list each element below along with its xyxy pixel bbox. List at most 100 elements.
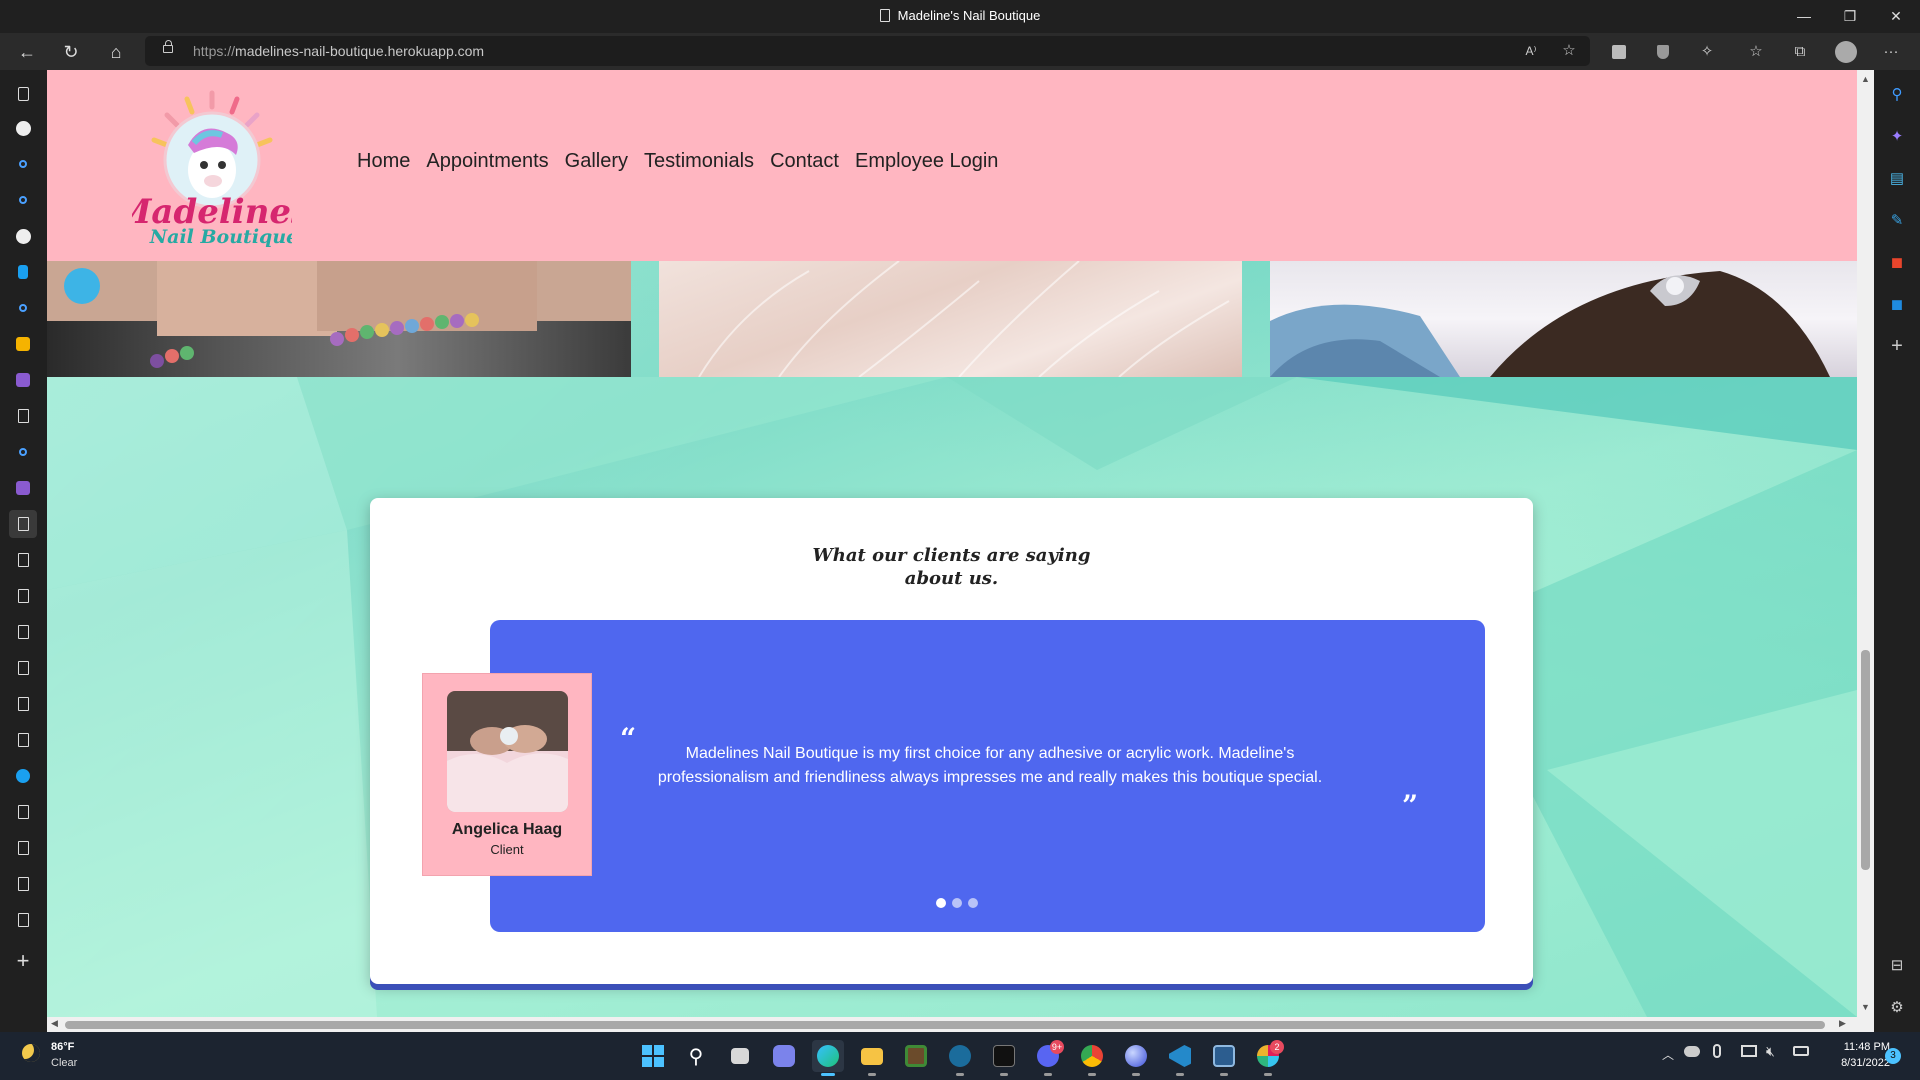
terminal-icon[interactable] <box>988 1040 1020 1076</box>
refresh-icon[interactable]: ↻ <box>56 37 86 67</box>
teams-chat-icon[interactable] <box>768 1040 800 1072</box>
profile-icon[interactable] <box>1832 38 1860 66</box>
weather-temp[interactable]: 86°F <box>51 1041 74 1053</box>
page-icon <box>879 9 890 22</box>
bing-tab-icon[interactable] <box>12 261 34 283</box>
nav-home[interactable]: Home <box>357 150 410 173</box>
file-explorer-icon[interactable] <box>856 1040 888 1076</box>
microphone-icon[interactable] <box>1713 1044 1721 1058</box>
more-icon[interactable]: ··· <box>1877 38 1905 66</box>
carousel-dot-1[interactable] <box>936 898 946 908</box>
scroll-up-icon[interactable]: ▲ <box>1861 74 1870 84</box>
extension-icon[interactable] <box>1605 38 1633 66</box>
azure-tab-icon[interactable] <box>12 765 34 787</box>
url-text[interactable]: https://madelines-nail-boutique.herokuap… <box>193 36 484 66</box>
new-tab-plus-icon[interactable]: + <box>12 948 34 973</box>
search-icon[interactable]: ⚲ <box>1888 85 1906 103</box>
hide-sidebar-icon[interactable]: ⊟ <box>1888 956 1906 974</box>
favorites-icon[interactable]: ☆ <box>1742 38 1770 66</box>
github-tab-icon[interactable] <box>12 225 34 247</box>
nav-appointments[interactable]: Appointments <box>426 150 548 173</box>
extensions-icon[interactable]: ✧ <box>1693 38 1721 66</box>
back-icon[interactable]: ← <box>12 37 42 67</box>
minimize-button[interactable]: — <box>1781 0 1827 33</box>
read-aloud-icon[interactable]: A⁾ <box>1517 37 1545 65</box>
horizontal-scrollbar[interactable]: ◀ ▶ <box>47 1017 1874 1032</box>
snipping-tool-icon[interactable] <box>1208 1040 1240 1076</box>
page-tab-icon[interactable] <box>12 909 34 931</box>
scroll-down-icon[interactable]: ▼ <box>1861 1002 1870 1012</box>
collections-icon[interactable]: ⧉ <box>1786 38 1814 66</box>
ps-tab-icon[interactable] <box>12 333 34 355</box>
moon-icon[interactable] <box>22 1044 40 1062</box>
horizontal-scroll-thumb[interactable] <box>65 1021 1825 1029</box>
search-tab-icon[interactable] <box>12 297 34 319</box>
discover-icon[interactable]: ✦ <box>1888 127 1906 145</box>
address-bar[interactable]: https://madelines-nail-boutique.herokuap… <box>145 36 1590 66</box>
url-protocol: https:// <box>193 43 236 59</box>
shopping-icon[interactable]: ▤ <box>1888 169 1906 187</box>
page-tab-icon[interactable] <box>12 693 34 715</box>
shield-icon[interactable] <box>1649 38 1677 66</box>
task-view-icon[interactable] <box>724 1040 756 1072</box>
vertical-scroll-thumb[interactable] <box>1861 650 1870 870</box>
close-button[interactable]: ✕ <box>1873 0 1919 33</box>
slack-icon[interactable]: 2 <box>1252 1040 1284 1076</box>
page-tab-icon[interactable] <box>12 729 34 751</box>
vertical-scrollbar[interactable]: ▲ ▼ <box>1857 70 1874 1017</box>
tools-icon[interactable]: ✎ <box>1888 211 1906 229</box>
minecraft-icon[interactable] <box>900 1040 932 1072</box>
search-tab-icon[interactable] <box>12 189 34 211</box>
page-tab-icon[interactable] <box>12 657 34 679</box>
scroll-right-icon[interactable]: ▶ <box>1839 1018 1846 1029</box>
page-tab-icon[interactable] <box>12 837 34 859</box>
weather-desc[interactable]: Clear <box>51 1057 77 1069</box>
onedrive-icon[interactable] <box>1684 1046 1700 1057</box>
page-tab-icon[interactable] <box>12 801 34 823</box>
start-icon[interactable] <box>637 1040 669 1072</box>
display-icon[interactable] <box>1741 1045 1757 1057</box>
nav-testimonials[interactable]: Testimonials <box>644 150 754 173</box>
active-page-tab-icon[interactable] <box>9 510 37 538</box>
page-tab-icon[interactable] <box>12 405 34 427</box>
page-tab-icon[interactable] <box>12 585 34 607</box>
heroku-tab-icon[interactable] <box>12 369 34 391</box>
search-tab-icon[interactable] <box>12 153 34 175</box>
main-nav: Home Appointments Gallery Testimonials C… <box>357 150 998 173</box>
lock-icon[interactable] <box>163 40 173 53</box>
scroll-left-icon[interactable]: ◀ <box>51 1018 58 1029</box>
page-tab-icon[interactable] <box>12 873 34 895</box>
speaker-muted-icon[interactable]: 🔇︎ <box>1766 1043 1775 1060</box>
vscode-icon[interactable] <box>1164 1040 1196 1076</box>
page-tab-icon[interactable] <box>12 549 34 571</box>
nav-gallery[interactable]: Gallery <box>565 150 628 173</box>
carousel-dot-3[interactable] <box>968 898 978 908</box>
office-icon[interactable]: ◼ <box>1888 253 1906 271</box>
nav-contact[interactable]: Contact <box>770 150 839 173</box>
github-tab-icon[interactable] <box>12 117 34 139</box>
battery-icon[interactable] <box>1793 1046 1809 1056</box>
edge-icon[interactable] <box>812 1040 844 1076</box>
heroku-tab-icon[interactable] <box>12 477 34 499</box>
discord-icon[interactable]: 9+ <box>1032 1040 1064 1076</box>
steam-icon[interactable] <box>944 1040 976 1076</box>
tab-actions-icon[interactable] <box>12 83 34 105</box>
add-sidebar-icon[interactable]: + <box>1888 335 1906 357</box>
search-tab-icon[interactable] <box>12 441 34 463</box>
app-orb-icon[interactable] <box>1120 1040 1152 1076</box>
outlook-icon[interactable]: ◼ <box>1888 295 1906 313</box>
chevron-up-icon[interactable]: ︿ <box>1662 1046 1674 1063</box>
chrome-icon[interactable] <box>1076 1040 1108 1076</box>
carousel-dot-2[interactable] <box>952 898 962 908</box>
nav-employee-login[interactable]: Employee Login <box>855 150 998 173</box>
notification-badge[interactable]: 3 <box>1885 1048 1901 1064</box>
clock-date[interactable]: 8/31/2022 <box>1820 1057 1890 1069</box>
search-icon[interactable]: ⚲ <box>680 1040 712 1072</box>
restore-button[interactable]: ❐ <box>1827 0 1873 33</box>
settings-gear-icon[interactable]: ⚙ <box>1888 998 1906 1016</box>
site-logo[interactable]: Madelines Nail Boutique <box>113 85 310 250</box>
add-favorite-icon[interactable]: ☆ <box>1555 37 1583 65</box>
clock-time[interactable]: 11:48 PM <box>1820 1041 1890 1053</box>
home-icon[interactable]: ⌂ <box>101 37 131 67</box>
page-tab-icon[interactable] <box>12 621 34 643</box>
